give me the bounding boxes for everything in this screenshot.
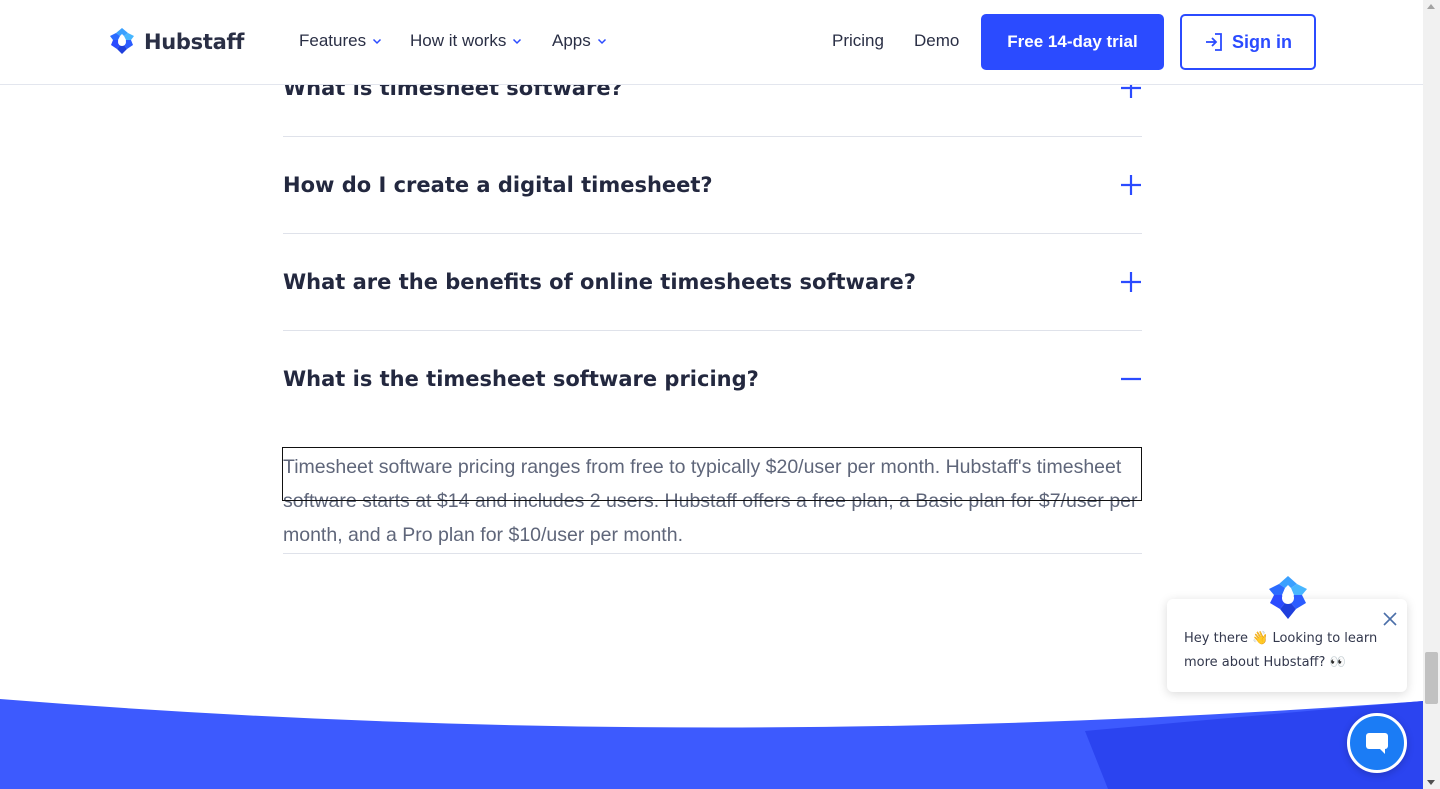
- faq-question: What is the timesheet software pricing?: [283, 367, 759, 391]
- page-scrollbar[interactable]: [1423, 0, 1440, 789]
- free-trial-button[interactable]: Free 14-day trial: [981, 14, 1164, 70]
- nav-demo[interactable]: Demo: [914, 31, 959, 51]
- nav-features-label: Features: [299, 31, 367, 50]
- chevron-down-icon: [513, 38, 522, 45]
- nav-apps[interactable]: Apps: [552, 31, 607, 51]
- hubstaff-logo-icon: [110, 28, 134, 54]
- scrollbar-thumb[interactable]: [1425, 652, 1438, 704]
- plus-icon[interactable]: [1120, 174, 1142, 196]
- nav-how-it-works[interactable]: How it works: [410, 31, 522, 51]
- hubstaff-logo[interactable]: Hubstaff: [107, 27, 244, 57]
- nav-how-it-works-label: How it works: [410, 31, 507, 50]
- divider: [283, 553, 1142, 554]
- footer-wave: [0, 699, 1423, 789]
- scroll-up-arrow-icon[interactable]: [1427, 4, 1435, 9]
- faq-question: How do I create a digital timesheet?: [283, 173, 713, 197]
- hubstaff-avatar-icon: [1269, 576, 1307, 619]
- plus-icon[interactable]: [1120, 271, 1142, 293]
- nav-pricing[interactable]: Pricing: [832, 31, 884, 51]
- faq-question: What are the benefits of online timeshee…: [283, 270, 916, 294]
- faq-item-expanded[interactable]: What is the timesheet software pricing?: [283, 331, 1142, 428]
- nav-features[interactable]: Features: [299, 31, 382, 51]
- faq-item[interactable]: What are the benefits of online timeshee…: [283, 234, 1142, 331]
- chevron-down-icon: [597, 38, 606, 45]
- chevron-down-icon: [373, 38, 382, 45]
- sign-in-button[interactable]: Sign in: [1180, 14, 1316, 70]
- sign-in-label: Sign in: [1232, 31, 1292, 52]
- logo-text: Hubstaff: [144, 30, 245, 54]
- site-header: Hubstaff Features How it works Apps Pric…: [0, 0, 1423, 85]
- faq-item[interactable]: How do I create a digital timesheet?: [283, 137, 1142, 234]
- sign-in-arrow-icon: [1206, 33, 1222, 51]
- chat-message: Hey there 👋 Looking to learn more about …: [1184, 631, 1378, 670]
- chat-launcher-button[interactable]: [1347, 713, 1407, 773]
- minus-icon[interactable]: [1120, 368, 1142, 390]
- faq-answer: Timesheet software pricing ranges from f…: [283, 456, 1138, 546]
- chat-bubble-icon: [1366, 733, 1388, 754]
- scroll-down-arrow-icon[interactable]: [1427, 780, 1435, 785]
- close-icon[interactable]: [1382, 611, 1398, 627]
- nav-apps-label: Apps: [552, 31, 591, 50]
